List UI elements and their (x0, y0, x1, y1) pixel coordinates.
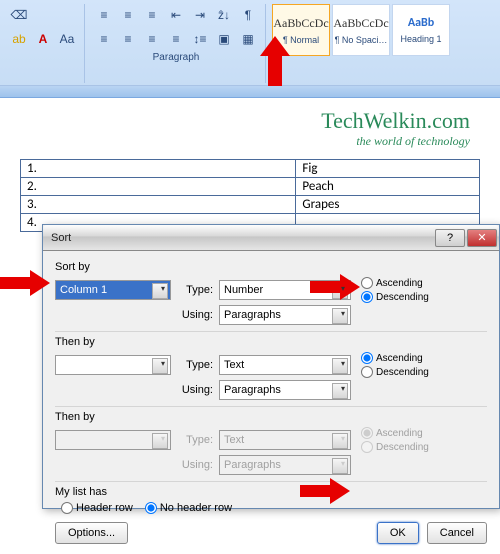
style-preview: AaBb (408, 16, 434, 30)
cell-val[interactable]: Grapes (296, 196, 480, 214)
sort-dialog: Sort ? ✕ Sort by Column 1 Type: Number A… (42, 224, 500, 509)
multilevel-list-icon[interactable]: ≡ (141, 4, 163, 26)
ascending-radio-2[interactable]: Ascending (361, 352, 429, 364)
borders-icon[interactable]: ▦ (237, 28, 259, 50)
show-marks-icon[interactable]: ¶ (237, 4, 259, 26)
ribbon: ⌫ ab A Aa ≡ ≡ ≡ ⇤ ⇥ ẑ↓ ¶ ≡ ≡ ≡ (0, 0, 500, 86)
font-color-icon[interactable]: A (32, 28, 54, 50)
sort-icon[interactable]: ẑ↓ (213, 4, 235, 26)
align-right-icon[interactable]: ≡ (141, 28, 163, 50)
then-by-2-order: Ascending Descending (361, 427, 429, 453)
style-preview: AaBbCcDc (273, 16, 328, 31)
style-name: ¶ No Spaci… (335, 35, 388, 45)
align-center-icon[interactable]: ≡ (117, 28, 139, 50)
then-by-2-using: Paragraphs (219, 455, 351, 475)
style-name: Heading 1 (400, 34, 441, 44)
style-heading1[interactable]: AaBb Heading 1 (392, 4, 450, 56)
styles-gallery: AaBbCcDc ¶ Normal AaBbCcDc ¶ No Spaci… A… (272, 4, 450, 83)
dialog-title: Sort (51, 232, 433, 244)
increase-indent-icon[interactable]: ⇥ (189, 4, 211, 26)
then-by-label-1: Then by (55, 336, 95, 348)
sort-by-column[interactable]: Column 1 (55, 280, 171, 300)
options-button[interactable]: Options... (55, 522, 128, 544)
ascending-radio-3: Ascending (361, 427, 429, 439)
sort-by-type[interactable]: Number (219, 280, 351, 300)
numbering-icon[interactable]: ≡ (117, 4, 139, 26)
type-label: Type: (177, 284, 213, 296)
font-group: ⌫ ab A Aa (6, 4, 85, 83)
style-preview: AaBbCcDc (333, 16, 388, 31)
using-label: Using: (177, 459, 213, 471)
header-row-radio[interactable]: Header row (61, 502, 133, 514)
sort-by-label: Sort by (55, 261, 90, 273)
clear-formatting-icon[interactable]: ⌫ (8, 4, 30, 26)
ok-button[interactable]: OK (377, 522, 419, 544)
cell-val[interactable]: Fig (296, 160, 480, 178)
cell-num[interactable]: 2. (21, 178, 296, 196)
then-by-label-2: Then by (55, 411, 95, 423)
then-by-1-column[interactable] (55, 355, 171, 375)
descending-radio-1[interactable]: Descending (361, 291, 429, 303)
using-label: Using: (177, 309, 213, 321)
cell-val[interactable]: Peach (296, 178, 480, 196)
cell-num[interactable]: 1. (21, 160, 296, 178)
bullets-icon[interactable]: ≡ (93, 4, 115, 26)
then-by-1-type[interactable]: Text (219, 355, 351, 375)
then-by-2-column (55, 430, 171, 450)
char-case-icon[interactable]: Aa (56, 28, 78, 50)
paragraph-group: ≡ ≡ ≡ ⇤ ⇥ ẑ↓ ¶ ≡ ≡ ≡ ≡ ↕≡ ▣ ▦ Paragraph (91, 4, 266, 83)
sort-by-order: Ascending Descending (361, 277, 429, 303)
paragraph-label: Paragraph (153, 52, 200, 63)
then-by-2-type: Text (219, 430, 351, 450)
document-table: 1.Fig 2.Peach 3.Grapes 4. (20, 159, 480, 232)
table-row[interactable]: 3.Grapes (21, 196, 480, 214)
table-row[interactable]: 1.Fig (21, 160, 480, 178)
style-no-spacing[interactable]: AaBbCcDc ¶ No Spaci… (332, 4, 390, 56)
type-label: Type: (177, 359, 213, 371)
align-left-icon[interactable]: ≡ (93, 28, 115, 50)
line-spacing-icon[interactable]: ↕≡ (189, 28, 211, 50)
descending-radio-2[interactable]: Descending (361, 366, 429, 378)
close-button[interactable]: ✕ (467, 229, 497, 247)
watermark: TechWelkin.com the world of technology (20, 108, 470, 149)
style-name: ¶ Normal (283, 35, 319, 45)
sort-by-using[interactable]: Paragraphs (219, 305, 351, 325)
descending-radio-3: Descending (361, 441, 429, 453)
ascending-radio-1[interactable]: Ascending (361, 277, 429, 289)
type-label: Type: (177, 434, 213, 446)
brand-title: TechWelkin.com (20, 108, 470, 134)
no-header-row-radio[interactable]: No header row (145, 502, 232, 514)
then-by-1-using[interactable]: Paragraphs (219, 380, 351, 400)
decrease-indent-icon[interactable]: ⇤ (165, 4, 187, 26)
titlebar[interactable]: Sort ? ✕ (43, 225, 499, 251)
justify-icon[interactable]: ≡ (165, 28, 187, 50)
table-row[interactable]: 2.Peach (21, 178, 480, 196)
style-normal[interactable]: AaBbCcDc ¶ Normal (272, 4, 330, 56)
cancel-button[interactable]: Cancel (427, 522, 487, 544)
using-label: Using: (177, 384, 213, 396)
document-area: TechWelkin.com the world of technology 1… (0, 98, 500, 232)
ribbon-edge (0, 86, 500, 98)
help-button[interactable]: ? (435, 229, 465, 247)
highlight-color-icon[interactable]: ab (8, 28, 30, 50)
brand-sub: the world of technology (20, 134, 470, 149)
then-by-1-order: Ascending Descending (361, 352, 429, 378)
cell-num[interactable]: 3. (21, 196, 296, 214)
shading-icon[interactable]: ▣ (213, 28, 235, 50)
my-list-label: My list has (55, 486, 107, 498)
